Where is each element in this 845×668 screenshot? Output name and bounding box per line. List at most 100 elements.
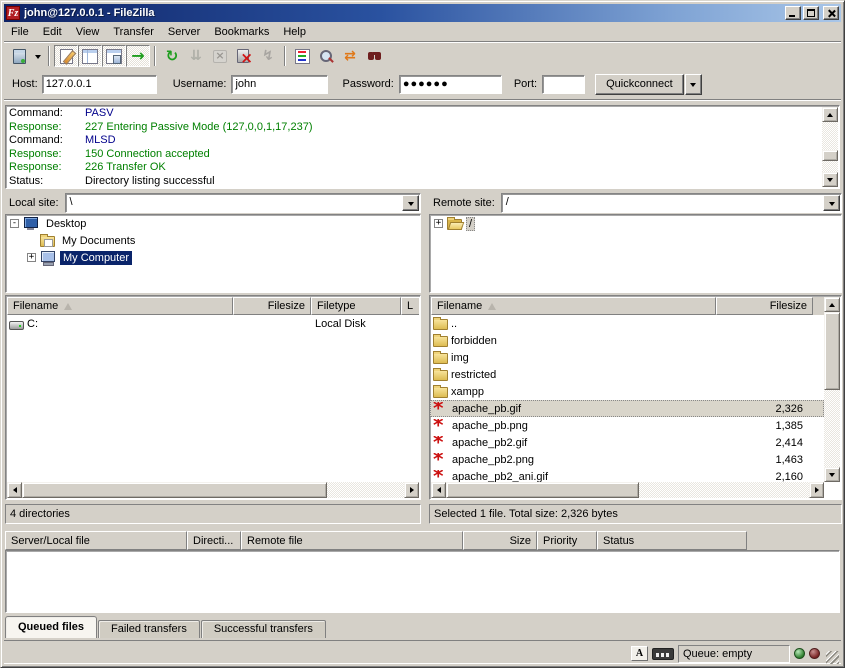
tree-item[interactable]: My Documents	[6, 232, 420, 249]
local-horizontal-scrollbar[interactable]	[7, 482, 419, 498]
file-icon	[433, 436, 449, 450]
scroll-left-icon[interactable]	[7, 482, 22, 498]
password-input[interactable]	[399, 75, 502, 94]
file-row[interactable]: apache_pb2.gif 2,414	[430, 434, 824, 451]
queue-tab[interactable]: Failed transfers	[98, 620, 200, 638]
speed-limit-icon[interactable]	[652, 648, 674, 660]
file-size: 1,463	[715, 454, 812, 466]
remote-site-bar: Remote site: /	[429, 193, 842, 213]
remote-vertical-scrollbar[interactable]	[824, 297, 840, 482]
quickconnect-dropdown-icon[interactable]	[685, 74, 702, 95]
scroll-up-icon[interactable]	[824, 297, 840, 312]
filename-filters-icon[interactable]	[290, 45, 314, 67]
scroll-down-icon[interactable]	[822, 172, 838, 187]
directory-comparison-icon[interactable]	[314, 45, 338, 67]
resize-grip[interactable]	[826, 651, 839, 664]
menu-item[interactable]: Server	[161, 24, 207, 40]
column-header[interactable]: Remote file	[241, 531, 463, 550]
tree-item[interactable]: + My Computer	[6, 249, 420, 266]
password-label: Password:	[342, 78, 393, 90]
file-name: C:	[27, 318, 38, 330]
site-manager-icon[interactable]	[7, 45, 31, 67]
scroll-down-icon[interactable]	[824, 467, 840, 482]
column-header[interactable]: Directi...	[187, 531, 241, 550]
scrollbar-thumb[interactable]	[822, 150, 838, 161]
column-header[interactable]: Filename	[7, 297, 233, 315]
process-queue-icon[interactable]	[184, 45, 208, 67]
tree-item[interactable]: + /	[430, 215, 841, 232]
close-button[interactable]	[823, 6, 839, 20]
title-bar[interactable]: Fz john@127.0.0.1 - FileZilla	[4, 4, 841, 22]
column-header[interactable]: Size	[463, 531, 537, 550]
message-log: Command: PASV Response: 227 Entering Pas…	[5, 105, 840, 189]
column-header-label: Filetype	[317, 300, 356, 312]
dropdown-icon[interactable]	[823, 195, 840, 211]
remote-site-combo[interactable]: /	[501, 193, 842, 213]
file-row[interactable]: C: Local Disk	[6, 315, 420, 332]
column-header[interactable]: Status	[597, 531, 747, 550]
column-header[interactable]: Filetype	[311, 297, 401, 315]
quickconnect-button[interactable]: Quickconnect	[595, 74, 684, 95]
maximize-button[interactable]	[803, 6, 819, 20]
log-scrollbar[interactable]	[822, 107, 838, 187]
scroll-left-icon[interactable]	[431, 482, 446, 498]
menu-item[interactable]: Bookmarks	[207, 24, 276, 40]
file-row[interactable]: apache_pb.gif 2,326	[430, 400, 824, 417]
refresh-icon[interactable]	[160, 45, 184, 67]
toggle-remote-tree-icon[interactable]	[102, 45, 126, 67]
toggle-transfer-queue-icon[interactable]	[126, 45, 150, 67]
menu-item[interactable]: File	[4, 24, 36, 40]
expander-icon[interactable]: +	[27, 253, 36, 262]
host-input[interactable]	[42, 75, 157, 94]
toggle-local-tree-icon[interactable]	[78, 45, 102, 67]
site-manager-dropdown-icon[interactable]	[31, 45, 44, 67]
expander-icon[interactable]: +	[434, 219, 443, 228]
menu-item[interactable]: Edit	[36, 24, 69, 40]
file-row[interactable]: xampp	[430, 383, 824, 400]
scroll-right-icon[interactable]	[809, 482, 824, 498]
toggle-message-log-icon[interactable]	[54, 45, 78, 67]
file-name: img	[451, 352, 469, 364]
queue-tab[interactable]: Queued files	[5, 616, 97, 638]
find-files-icon[interactable]	[362, 45, 386, 67]
reconnect-icon[interactable]	[256, 45, 280, 67]
disconnect-icon[interactable]	[232, 45, 256, 67]
column-header-label: Filename	[437, 300, 482, 312]
queue-tab[interactable]: Successful transfers	[201, 620, 326, 638]
file-row[interactable]: ..	[430, 315, 824, 332]
file-row[interactable]: apache_pb.png 1,385	[430, 417, 824, 434]
menu-item[interactable]: Transfer	[106, 24, 161, 40]
remote-site-label: Remote site:	[429, 197, 501, 209]
scrollbar-thumb[interactable]	[446, 482, 639, 498]
column-header[interactable]: Server/Local file	[5, 531, 187, 550]
menu-item[interactable]: Help	[276, 24, 313, 40]
file-row[interactable]: forbidden	[430, 332, 824, 349]
scroll-right-icon[interactable]	[404, 482, 419, 498]
column-header[interactable]: Priority	[537, 531, 597, 550]
file-row[interactable]: img	[430, 349, 824, 366]
username-input[interactable]	[231, 75, 328, 94]
file-row[interactable]: restricted	[430, 366, 824, 383]
column-header[interactable]: L	[401, 297, 419, 315]
queue-header: Server/Local file Directi... Remote file…	[5, 531, 840, 550]
computer-icon	[40, 251, 56, 265]
tree-item[interactable]: - Desktop	[6, 215, 420, 232]
dropdown-icon[interactable]	[402, 195, 419, 211]
synchronized-browsing-icon[interactable]	[338, 45, 362, 67]
menu-item[interactable]: View	[69, 24, 107, 40]
scrollbar-thumb[interactable]	[824, 312, 840, 390]
file-row[interactable]: apache_pb2.png 1,463	[430, 451, 824, 468]
queue-list[interactable]	[5, 550, 840, 613]
scroll-up-icon[interactable]	[822, 107, 838, 122]
column-header[interactable]: Filename	[431, 297, 716, 315]
port-input[interactable]	[542, 75, 585, 94]
cancel-operation-icon[interactable]	[208, 45, 232, 67]
scrollbar-thumb[interactable]	[22, 482, 327, 498]
minimize-button[interactable]	[785, 6, 801, 20]
column-header[interactable]: Filesize	[233, 297, 311, 315]
column-header[interactable]: Filesize	[716, 297, 813, 315]
local-site-combo[interactable]: \	[65, 193, 421, 213]
remote-horizontal-scrollbar[interactable]	[431, 482, 824, 498]
log-line-text: MLSD	[85, 134, 116, 148]
expander-icon[interactable]: -	[10, 219, 19, 228]
